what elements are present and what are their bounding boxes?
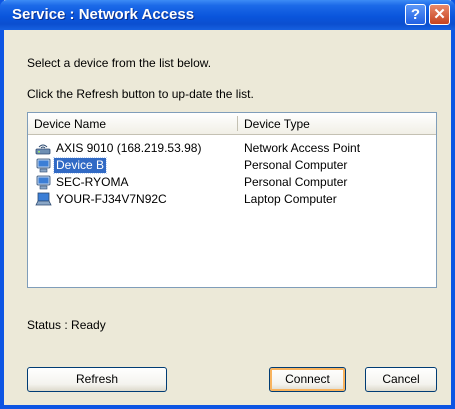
laptop-icon — [35, 192, 52, 206]
device-type: Network Access Point — [244, 141, 361, 155]
column-device-type[interactable]: Device Type — [238, 113, 436, 133]
device-row-selected[interactable]: Device B Personal Computer — [28, 157, 436, 175]
access-point-icon — [35, 144, 51, 155]
device-row[interactable]: AXIS 9010 (168.219.53.98) Network Access… — [28, 141, 436, 158]
list-header: Device Name Device Type — [28, 113, 436, 135]
device-row[interactable]: YOUR-FJ34V7N92C Laptop Computer — [28, 192, 436, 209]
device-row[interactable]: SEC-RYOMA Personal Computer — [28, 175, 436, 192]
refresh-button[interactable]: Refresh — [27, 367, 167, 392]
status-text: Status : Ready — [27, 318, 106, 332]
computer-icon — [36, 175, 51, 190]
instruction-select: Select a device from the list below. — [27, 56, 212, 70]
computer-icon — [36, 158, 51, 173]
cancel-button[interactable]: Cancel — [365, 367, 437, 392]
connect-button[interactable]: Connect — [269, 367, 346, 392]
device-name: AXIS 9010 (168.219.53.98) — [56, 141, 202, 155]
device-name: Device B — [52, 157, 108, 174]
device-type: Personal Computer — [244, 175, 348, 189]
device-type: Personal Computer — [244, 158, 348, 172]
title-bar[interactable]: Service : Network Access ? ✕ — [0, 0, 455, 30]
device-list[interactable]: Device Name Device Type AXIS 9010 (168.2… — [27, 112, 437, 288]
dialog-window: Service : Network Access ? ✕ Select a de… — [0, 0, 455, 409]
column-device-name[interactable]: Device Name — [28, 113, 237, 133]
device-type: Laptop Computer — [244, 192, 337, 206]
device-name: YOUR-FJ34V7N92C — [56, 192, 167, 206]
device-name: SEC-RYOMA — [56, 175, 129, 189]
close-button[interactable]: ✕ — [429, 4, 450, 25]
help-button[interactable]: ? — [405, 4, 426, 25]
instruction-refresh: Click the Refresh button to up-date the … — [27, 87, 254, 101]
window-title: Service : Network Access — [12, 6, 195, 23]
